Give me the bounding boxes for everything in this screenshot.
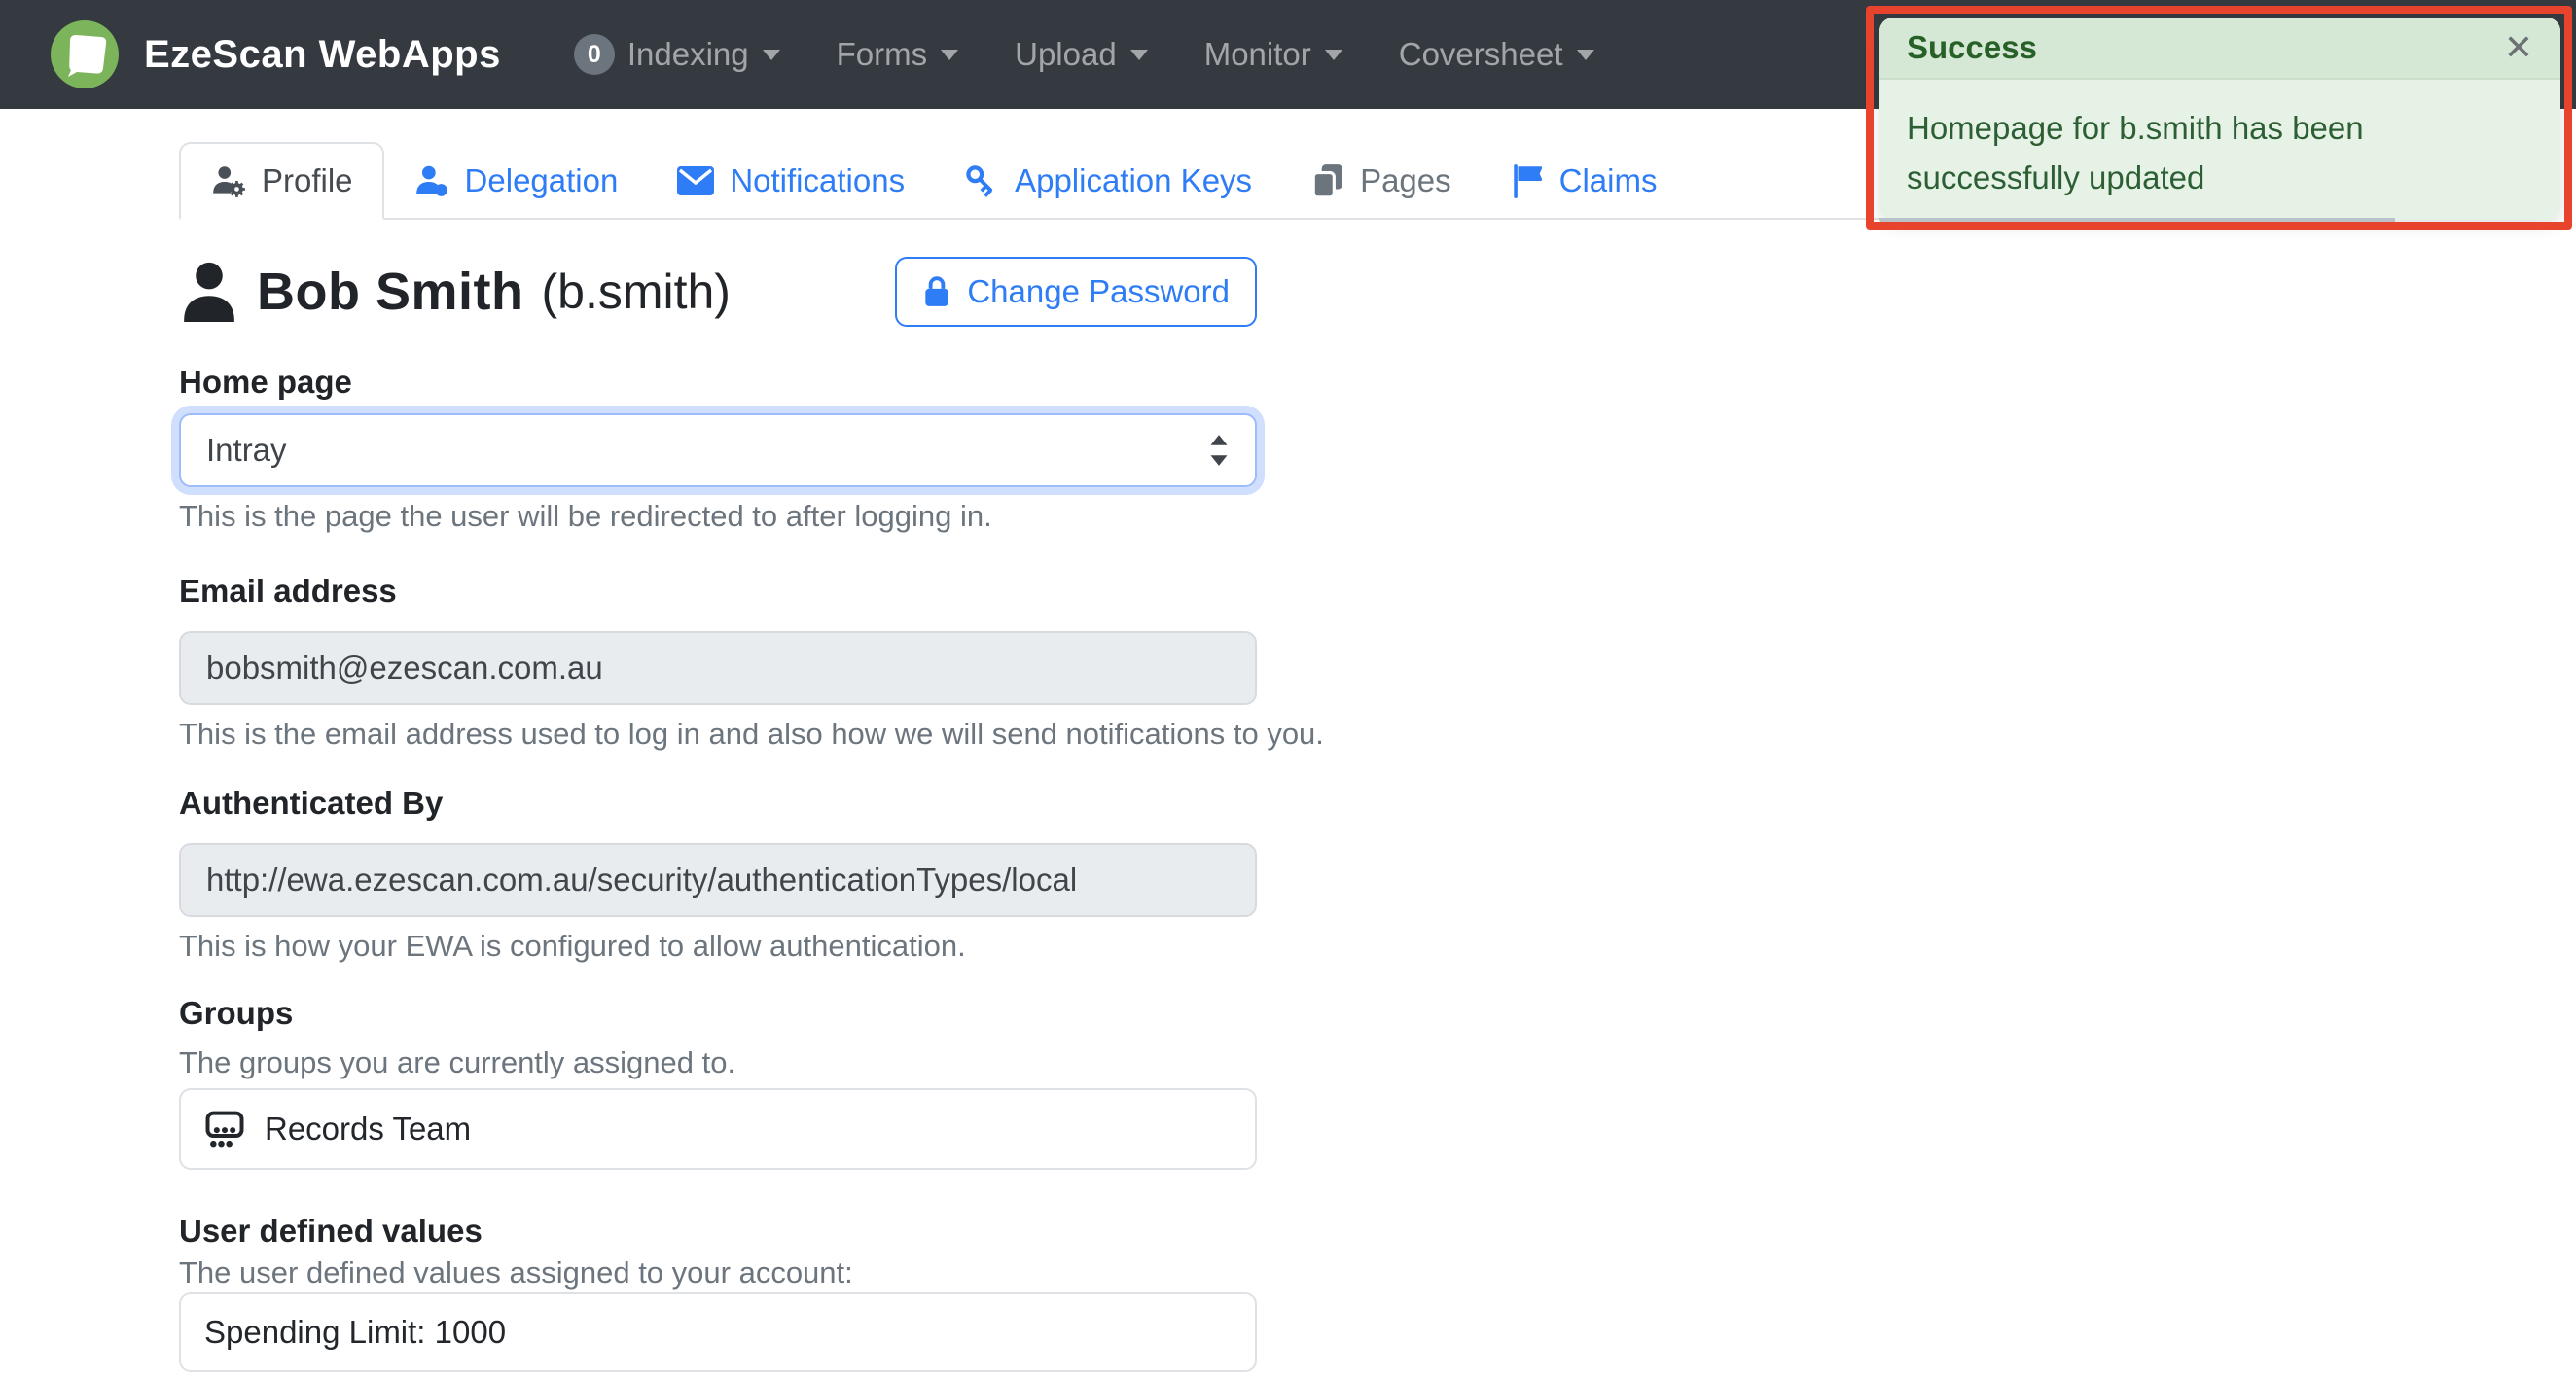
user-defined-values-help: The user defined values assigned to your… bbox=[179, 1255, 853, 1290]
tab-label: Notifications bbox=[730, 162, 906, 198]
nav-item-coversheet[interactable]: Coversheet bbox=[1371, 36, 1623, 73]
nav-item-forms[interactable]: Forms bbox=[808, 36, 987, 73]
indexing-count-badge: 0 bbox=[573, 34, 615, 75]
chevron-down-icon bbox=[941, 49, 959, 60]
groups-help: The groups you are currently assigned to… bbox=[179, 1045, 736, 1079]
change-password-button[interactable]: Change Password bbox=[895, 257, 1257, 327]
home-page-select[interactable]: Intray bbox=[179, 413, 1257, 487]
nav-item-label: Monitor bbox=[1203, 36, 1311, 72]
app-title: EzeScan WebApps bbox=[144, 32, 501, 76]
person-badge-icon bbox=[415, 165, 447, 196]
groups-list: Records Team bbox=[179, 1088, 1257, 1170]
success-toast: Success ✕ Homepage for b.smith has been … bbox=[1879, 18, 2560, 226]
user-defined-values-list: Spending Limit: 1000 bbox=[179, 1292, 1257, 1372]
chevron-down-icon bbox=[1324, 49, 1342, 60]
tab-profile[interactable]: Profile bbox=[179, 142, 384, 220]
toast-message: Homepage for b.smith has been successful… bbox=[1907, 110, 2364, 196]
user-defined-values-label: User defined values bbox=[179, 1213, 483, 1249]
person-gear-icon bbox=[213, 166, 245, 197]
tab-notifications[interactable]: Notifications bbox=[647, 144, 934, 218]
tab-label: Profile bbox=[262, 162, 353, 198]
tab-claims[interactable]: Claims bbox=[1481, 144, 1687, 218]
authenticated-by-help: This is how your EWA is configured to al… bbox=[179, 929, 966, 963]
authenticated-by-label: Authenticated By bbox=[179, 785, 444, 821]
tab-label: Delegation bbox=[464, 162, 619, 198]
toast-title: Success bbox=[1907, 29, 2037, 65]
nav-item-label: Coversheet bbox=[1398, 36, 1563, 72]
tab-label: Application Keys bbox=[1015, 162, 1253, 198]
main-content: Profile Delegation Notifications Applica… bbox=[0, 142, 2576, 1372]
tab-pages: Pages bbox=[1281, 144, 1481, 218]
user-identity: Bob Smith (b.smith) bbox=[179, 260, 731, 324]
nav-item-upload[interactable]: Upload bbox=[986, 36, 1176, 73]
nav-item-monitor[interactable]: Monitor bbox=[1176, 36, 1371, 73]
tab-label: Pages bbox=[1360, 162, 1451, 198]
username: (b.smith) bbox=[541, 265, 731, 319]
tab-label: Claims bbox=[1558, 162, 1658, 198]
nav-item-indexing[interactable]: 0 Indexing bbox=[546, 34, 808, 75]
flag-icon bbox=[1513, 164, 1542, 198]
email-label: Email address bbox=[179, 573, 397, 609]
profile-header: Bob Smith (b.smith) Change Password bbox=[179, 257, 1257, 327]
lock-icon bbox=[925, 276, 949, 306]
email-field[interactable] bbox=[179, 631, 1257, 705]
home-page-help: This is the page the user will be redire… bbox=[179, 499, 992, 533]
navbar-menu: 0 Indexing Forms Upload Monitor Covershe… bbox=[546, 34, 1623, 75]
pages-icon bbox=[1311, 164, 1342, 199]
authenticated-by-field[interactable] bbox=[179, 843, 1257, 917]
chevron-down-icon bbox=[1129, 49, 1148, 60]
chevron-down-icon bbox=[762, 49, 780, 60]
tab-application-keys[interactable]: Application Keys bbox=[934, 144, 1281, 218]
nav-item-label: Forms bbox=[836, 36, 928, 72]
close-icon[interactable]: ✕ bbox=[2504, 30, 2533, 65]
group-icon bbox=[205, 1111, 244, 1148]
nav-item-label: Upload bbox=[1015, 36, 1117, 72]
list-item: Spending Limit: 1000 bbox=[181, 1294, 1255, 1370]
list-item: Records Team bbox=[181, 1090, 1255, 1168]
page-title: Bob Smith bbox=[257, 263, 524, 321]
home-page-selected-value: Intray bbox=[206, 432, 287, 468]
select-arrows-icon bbox=[1210, 435, 1228, 466]
toast-progress-bar bbox=[1879, 218, 2395, 226]
change-password-label: Change Password bbox=[967, 273, 1230, 309]
home-page-label: Home page bbox=[179, 364, 352, 400]
group-name: Records Team bbox=[265, 1111, 472, 1147]
tab-delegation[interactable]: Delegation bbox=[384, 144, 648, 218]
person-icon bbox=[184, 262, 234, 322]
email-help: This is the email address used to log in… bbox=[179, 717, 1324, 751]
ezescan-logo-icon bbox=[51, 20, 119, 88]
chevron-down-icon bbox=[1576, 49, 1594, 60]
user-defined-value: Spending Limit: 1000 bbox=[204, 1314, 507, 1350]
key-icon bbox=[966, 165, 993, 197]
envelope-icon bbox=[677, 166, 715, 195]
groups-label: Groups bbox=[179, 995, 294, 1031]
brand[interactable]: EzeScan WebApps bbox=[51, 20, 501, 88]
nav-item-label: Indexing bbox=[626, 36, 749, 72]
toast-header: Success ✕ bbox=[1879, 18, 2560, 80]
